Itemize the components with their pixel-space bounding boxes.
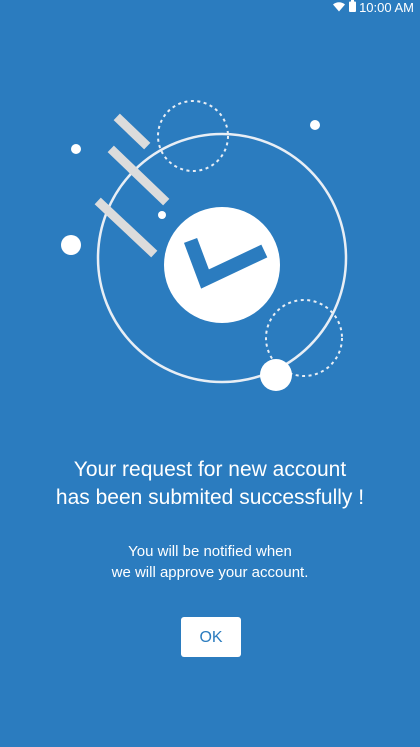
dot — [310, 120, 320, 130]
ok-button[interactable]: OK — [181, 617, 241, 657]
dot — [260, 359, 292, 391]
speed-line — [113, 113, 151, 150]
dot — [71, 144, 81, 154]
success-illustration — [61, 100, 348, 391]
speed-line — [107, 145, 170, 206]
subtext-line-2: we will approve your account. — [111, 564, 309, 581]
subtext-line-1: You will be notified when — [128, 543, 292, 560]
dashed-circle-top — [157, 100, 229, 172]
headline-line-1: Your request for new account — [73, 458, 347, 481]
dot — [158, 211, 166, 219]
dot — [61, 235, 81, 255]
success-headline: Your request for new account has been su… — [0, 456, 420, 512]
speed-line — [94, 197, 158, 258]
headline-line-2: has been submited successfully ! — [55, 486, 365, 509]
notification-subtext: You will be notified when we will approv… — [0, 541, 420, 583]
